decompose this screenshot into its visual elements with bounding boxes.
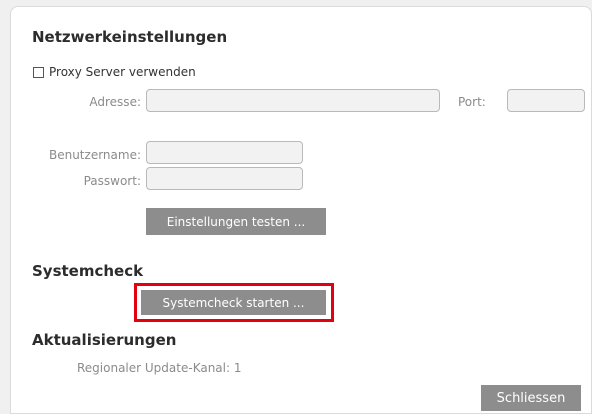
updates-title: Aktualisierungen	[32, 331, 177, 349]
network-settings-title: Netzwerkeinstellungen	[32, 28, 228, 46]
address-label: Adresse:	[89, 95, 141, 109]
port-label: Port:	[458, 95, 486, 109]
close-button[interactable]: Schliessen	[481, 385, 581, 411]
password-input[interactable]	[146, 167, 303, 190]
settings-panel: Netzwerkeinstellungen Proxy Server verwe…	[10, 6, 592, 414]
proxy-checkbox-label: Proxy Server verwenden	[49, 65, 196, 79]
port-input[interactable]	[507, 89, 585, 112]
address-input[interactable]	[146, 89, 440, 112]
username-input[interactable]	[146, 141, 303, 164]
systemcheck-title: Systemcheck	[32, 262, 144, 280]
username-label: Benutzername:	[48, 148, 141, 162]
update-channel-text: Regionaler Update-Kanal: 1	[77, 361, 242, 375]
password-label: Passwort:	[83, 174, 141, 188]
test-settings-button[interactable]: Einstellungen testen ...	[146, 208, 326, 235]
proxy-checkbox[interactable]	[33, 67, 44, 78]
systemcheck-start-button[interactable]: Systemcheck starten ...	[141, 290, 326, 315]
